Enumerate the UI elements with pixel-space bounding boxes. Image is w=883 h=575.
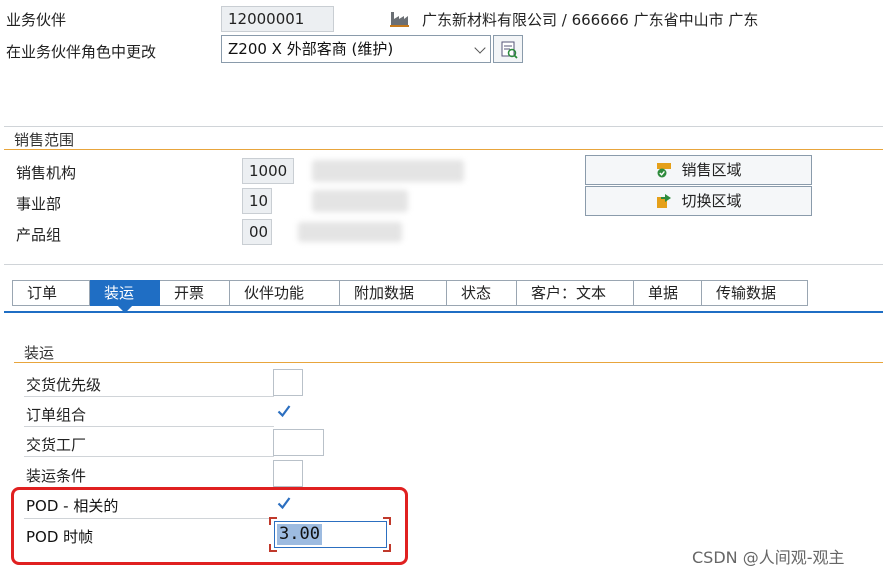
tab-transfer-data[interactable]: 传输数据 xyxy=(702,280,808,306)
pod-timeframe-label: POD 时帧 xyxy=(26,528,94,546)
sales-org-field[interactable]: 1000 xyxy=(242,158,294,184)
division-label: 事业部 xyxy=(16,195,62,213)
role-label: 在业务伙伴角色中更改 xyxy=(6,43,157,61)
redacted-text xyxy=(312,160,464,182)
checkmark-icon xyxy=(277,497,291,510)
switch-area-icon xyxy=(657,194,672,208)
delivery-plant-input[interactable] xyxy=(273,429,324,456)
shipping-condition-label: 装运条件 xyxy=(26,467,87,485)
delivery-priority-label: 交货优先级 xyxy=(26,376,102,394)
watermark: CSDN @人间观-观主 xyxy=(692,548,845,567)
shipping-group-line xyxy=(14,362,883,363)
tab-underline xyxy=(4,311,883,313)
sales-org-label: 销售机构 xyxy=(16,164,77,182)
pod-timeframe-input[interactable]: 3.00 xyxy=(274,521,387,548)
sales-area-line xyxy=(4,149,883,150)
tab-additional-data[interactable]: 附加数据 xyxy=(340,280,447,306)
role-select[interactable]: Z200 X 外部客商 (维护) xyxy=(221,35,491,63)
redacted-text xyxy=(298,222,402,242)
row-underline xyxy=(24,456,274,457)
tab-status[interactable]: 状态 xyxy=(447,280,517,306)
section-divider-top xyxy=(4,126,883,127)
partner-label: 业务伙伴 xyxy=(6,11,67,29)
switch-area-button-label: 切换区域 xyxy=(681,192,742,210)
partner-id-field[interactable]: 12000001 xyxy=(221,6,334,32)
row-underline xyxy=(24,518,274,519)
factory-icon xyxy=(389,10,409,28)
sales-area-title: 销售范围 xyxy=(14,131,75,149)
row-underline xyxy=(24,396,274,397)
tab-customer-text[interactable]: 客户：文本 xyxy=(517,280,634,306)
tab-orders[interactable]: 订单 xyxy=(12,280,90,306)
order-combination-checkbox[interactable] xyxy=(276,403,292,419)
sales-area-button[interactable]: 销售区域 xyxy=(585,155,812,185)
shipping-condition-input[interactable] xyxy=(273,460,303,487)
checkmark-icon xyxy=(277,405,291,418)
role-details-button[interactable] xyxy=(493,35,523,63)
tab-documents[interactable]: 单据 xyxy=(634,280,702,306)
row-underline xyxy=(24,426,274,427)
order-combination-label: 订单组合 xyxy=(26,406,87,424)
document-search-icon xyxy=(501,41,518,59)
pod-relevant-checkbox[interactable] xyxy=(276,495,292,511)
tab-strip: 订单 装运 开票 伙伴功能 附加数据 状态 客户：文本 单据 传输数据 xyxy=(12,280,808,306)
chevron-down-icon xyxy=(474,42,486,54)
switch-area-button[interactable]: 切换区域 xyxy=(585,186,812,216)
pod-timeframe-value: 3.00 xyxy=(277,524,322,545)
role-select-value: Z200 X 外部客商 (维护) xyxy=(228,40,394,58)
pod-relevant-label: POD - 相关的 xyxy=(26,497,119,515)
division-field[interactable]: 10 xyxy=(242,188,272,214)
shipping-group-title: 装运 xyxy=(24,344,55,362)
redacted-text xyxy=(312,190,408,212)
sales-area-button-label: 销售区域 xyxy=(681,161,742,179)
product-group-field[interactable]: 00 xyxy=(242,219,272,245)
tab-partner-functions[interactable]: 伙伴功能 xyxy=(230,280,340,306)
sales-area-icon xyxy=(657,163,672,178)
section-divider-bottom xyxy=(4,264,883,265)
delivery-priority-input[interactable] xyxy=(273,369,303,396)
partner-description: 广东新材料有限公司 / 666666 广东省中山市 广东 xyxy=(422,11,759,29)
tab-billing[interactable]: 开票 xyxy=(160,280,230,306)
product-group-label: 产品组 xyxy=(16,226,62,244)
delivery-plant-label: 交货工厂 xyxy=(26,436,87,454)
